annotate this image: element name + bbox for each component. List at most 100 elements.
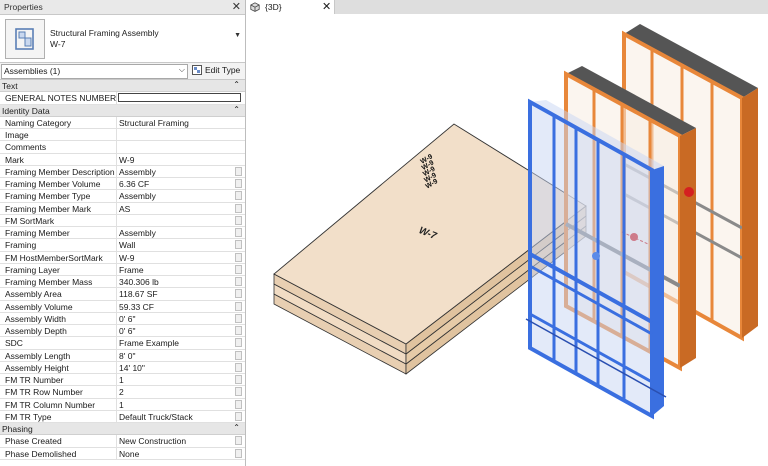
property-row[interactable]: FM TR Column Number 1 — [0, 398, 245, 411]
property-row[interactable]: Comments — [0, 141, 245, 154]
property-row[interactable]: SDC Frame Example — [0, 337, 245, 350]
associate-parameter-button[interactable] — [235, 203, 242, 213]
associate-parameter-button[interactable] — [235, 350, 242, 360]
category-header-phasing[interactable]: Phasing ⌃ — [0, 422, 245, 436]
column-divider — [116, 435, 117, 447]
property-row[interactable]: Assembly Area 118.67 SF — [0, 288, 245, 301]
3d-model-canvas[interactable]: W-7 W-9 W-9 W-9 W-9 W-9 — [246, 14, 768, 466]
column-divider — [116, 276, 117, 288]
assembly-type-icon — [5, 19, 45, 59]
property-row[interactable]: FM SortMark — [0, 214, 245, 227]
property-row[interactable]: Framing Layer Frame — [0, 263, 245, 276]
property-value[interactable]: Structural Framing — [119, 117, 189, 129]
associate-parameter-button[interactable] — [235, 362, 242, 372]
property-row[interactable]: Assembly Depth 0' 6" — [0, 325, 245, 338]
property-value[interactable]: Frame Example — [119, 337, 179, 349]
property-row[interactable]: Framing Wall — [0, 239, 245, 252]
close-icon[interactable]: ✕ — [322, 0, 331, 13]
property-value[interactable]: Assembly — [119, 227, 156, 239]
property-name: Image — [5, 130, 29, 140]
property-row[interactable]: FM TR Row Number 2 — [0, 386, 245, 399]
property-value[interactable]: 0' 6" — [119, 325, 135, 337]
property-row[interactable]: FM TR Type Default Truck/Stack — [0, 410, 245, 423]
associate-parameter-button[interactable] — [235, 215, 242, 225]
associate-parameter-button[interactable] — [235, 240, 242, 250]
property-value[interactable]: 59.33 CF — [119, 301, 154, 313]
column-divider — [116, 349, 117, 361]
property-row[interactable]: Image — [0, 129, 245, 142]
property-row[interactable]: Assembly Width 0' 6" — [0, 312, 245, 325]
property-row[interactable]: FM HostMemberSortMark W-9 — [0, 251, 245, 264]
property-row[interactable]: Assembly Height 14' 10" — [0, 361, 245, 374]
property-value[interactable]: Frame — [119, 264, 144, 276]
associate-parameter-button[interactable] — [235, 301, 242, 311]
property-row[interactable]: Framing Member Assembly — [0, 227, 245, 240]
property-value-input[interactable] — [118, 93, 241, 103]
property-value[interactable]: 1 — [119, 374, 124, 386]
associate-parameter-button[interactable] — [235, 448, 242, 458]
column-divider — [116, 361, 117, 373]
property-value[interactable]: AS — [119, 203, 130, 215]
associate-parameter-button[interactable] — [235, 411, 242, 421]
category-header-identity-data[interactable]: Identity Data ⌃ — [0, 104, 245, 117]
associate-parameter-button[interactable] — [235, 179, 242, 188]
property-value[interactable]: Assembly — [119, 166, 156, 178]
property-row[interactable]: Assembly Length 8' 0" — [0, 349, 245, 362]
property-row[interactable]: Assembly Volume 59.33 CF — [0, 300, 245, 313]
property-value[interactable]: New Construction — [119, 435, 186, 447]
property-row[interactable]: Framing Member Mass 340.306 lb — [0, 276, 245, 289]
associate-parameter-button[interactable] — [235, 338, 242, 348]
close-icon[interactable]: ✕ — [232, 0, 241, 13]
property-row[interactable]: Framing Member Description Assembly — [0, 165, 245, 178]
property-row[interactable]: GENERAL NOTES NUMBER — [0, 92, 245, 105]
property-value[interactable]: 8' 0" — [119, 350, 135, 362]
column-divider — [116, 202, 117, 214]
property-value[interactable]: 6.36 CF — [119, 178, 149, 190]
property-value[interactable]: None — [119, 448, 139, 460]
column-divider — [116, 410, 117, 422]
property-value[interactable]: Wall — [119, 239, 135, 251]
instance-filter-dropdown[interactable]: Assemblies (1) ⌵ — [1, 64, 188, 79]
type-name: Structural Framing Assembly — [50, 28, 159, 38]
associate-parameter-button[interactable] — [235, 387, 242, 397]
associate-parameter-button[interactable] — [235, 252, 242, 262]
property-value[interactable]: Default Truck/Stack — [119, 411, 193, 423]
collapse-icon[interactable]: ⌃ — [233, 422, 240, 434]
type-selector[interactable]: Structural Framing Assembly W-7 ▼ — [0, 15, 245, 63]
associate-parameter-button[interactable] — [235, 436, 242, 446]
associate-parameter-button[interactable] — [235, 289, 242, 299]
property-row[interactable]: Framing Member Volume 6.36 CF — [0, 178, 245, 191]
property-value[interactable]: 118.67 SF — [119, 288, 158, 300]
associate-parameter-button[interactable] — [235, 166, 242, 176]
associate-parameter-button[interactable] — [235, 228, 242, 237]
property-row[interactable]: Mark W-9 — [0, 153, 245, 166]
associate-parameter-button[interactable] — [235, 264, 242, 274]
collapse-icon[interactable]: ⌃ — [233, 104, 240, 116]
property-row[interactable]: Framing Member Mark AS — [0, 202, 245, 215]
property-value[interactable]: W-9 — [119, 252, 134, 264]
associate-parameter-button[interactable] — [235, 326, 242, 335]
associate-parameter-button[interactable] — [235, 313, 242, 323]
tab-3d-view[interactable]: {3D} ✕ — [246, 0, 335, 14]
property-value[interactable]: W-9 — [119, 154, 134, 166]
property-row[interactable]: FM TR Number 1 — [0, 374, 245, 387]
property-row[interactable]: Phase Demolished None — [0, 447, 245, 460]
property-row[interactable]: Framing Member Type Assembly — [0, 190, 245, 203]
property-value[interactable]: 14' 10" — [119, 362, 145, 374]
property-value[interactable]: 2 — [119, 386, 124, 398]
property-row[interactable]: Naming Category Structural Framing — [0, 116, 245, 129]
category-header-text[interactable]: Text ⌃ — [0, 79, 245, 93]
associate-parameter-button[interactable] — [235, 399, 242, 409]
associate-parameter-button[interactable] — [235, 375, 242, 384]
associate-parameter-button[interactable] — [235, 277, 242, 286]
associate-parameter-button[interactable] — [235, 191, 242, 201]
property-value[interactable]: Assembly — [119, 190, 156, 202]
column-divider — [116, 190, 117, 202]
collapse-icon[interactable]: ⌃ — [233, 79, 240, 91]
column-divider — [116, 178, 117, 190]
property-value[interactable]: 0' 6" — [119, 313, 135, 325]
property-row[interactable]: Phase Created New Construction — [0, 435, 245, 448]
property-value[interactable]: 1 — [119, 399, 124, 411]
property-value[interactable]: 340.306 lb — [119, 276, 159, 288]
edit-type-button[interactable]: Edit Type — [191, 64, 243, 77]
